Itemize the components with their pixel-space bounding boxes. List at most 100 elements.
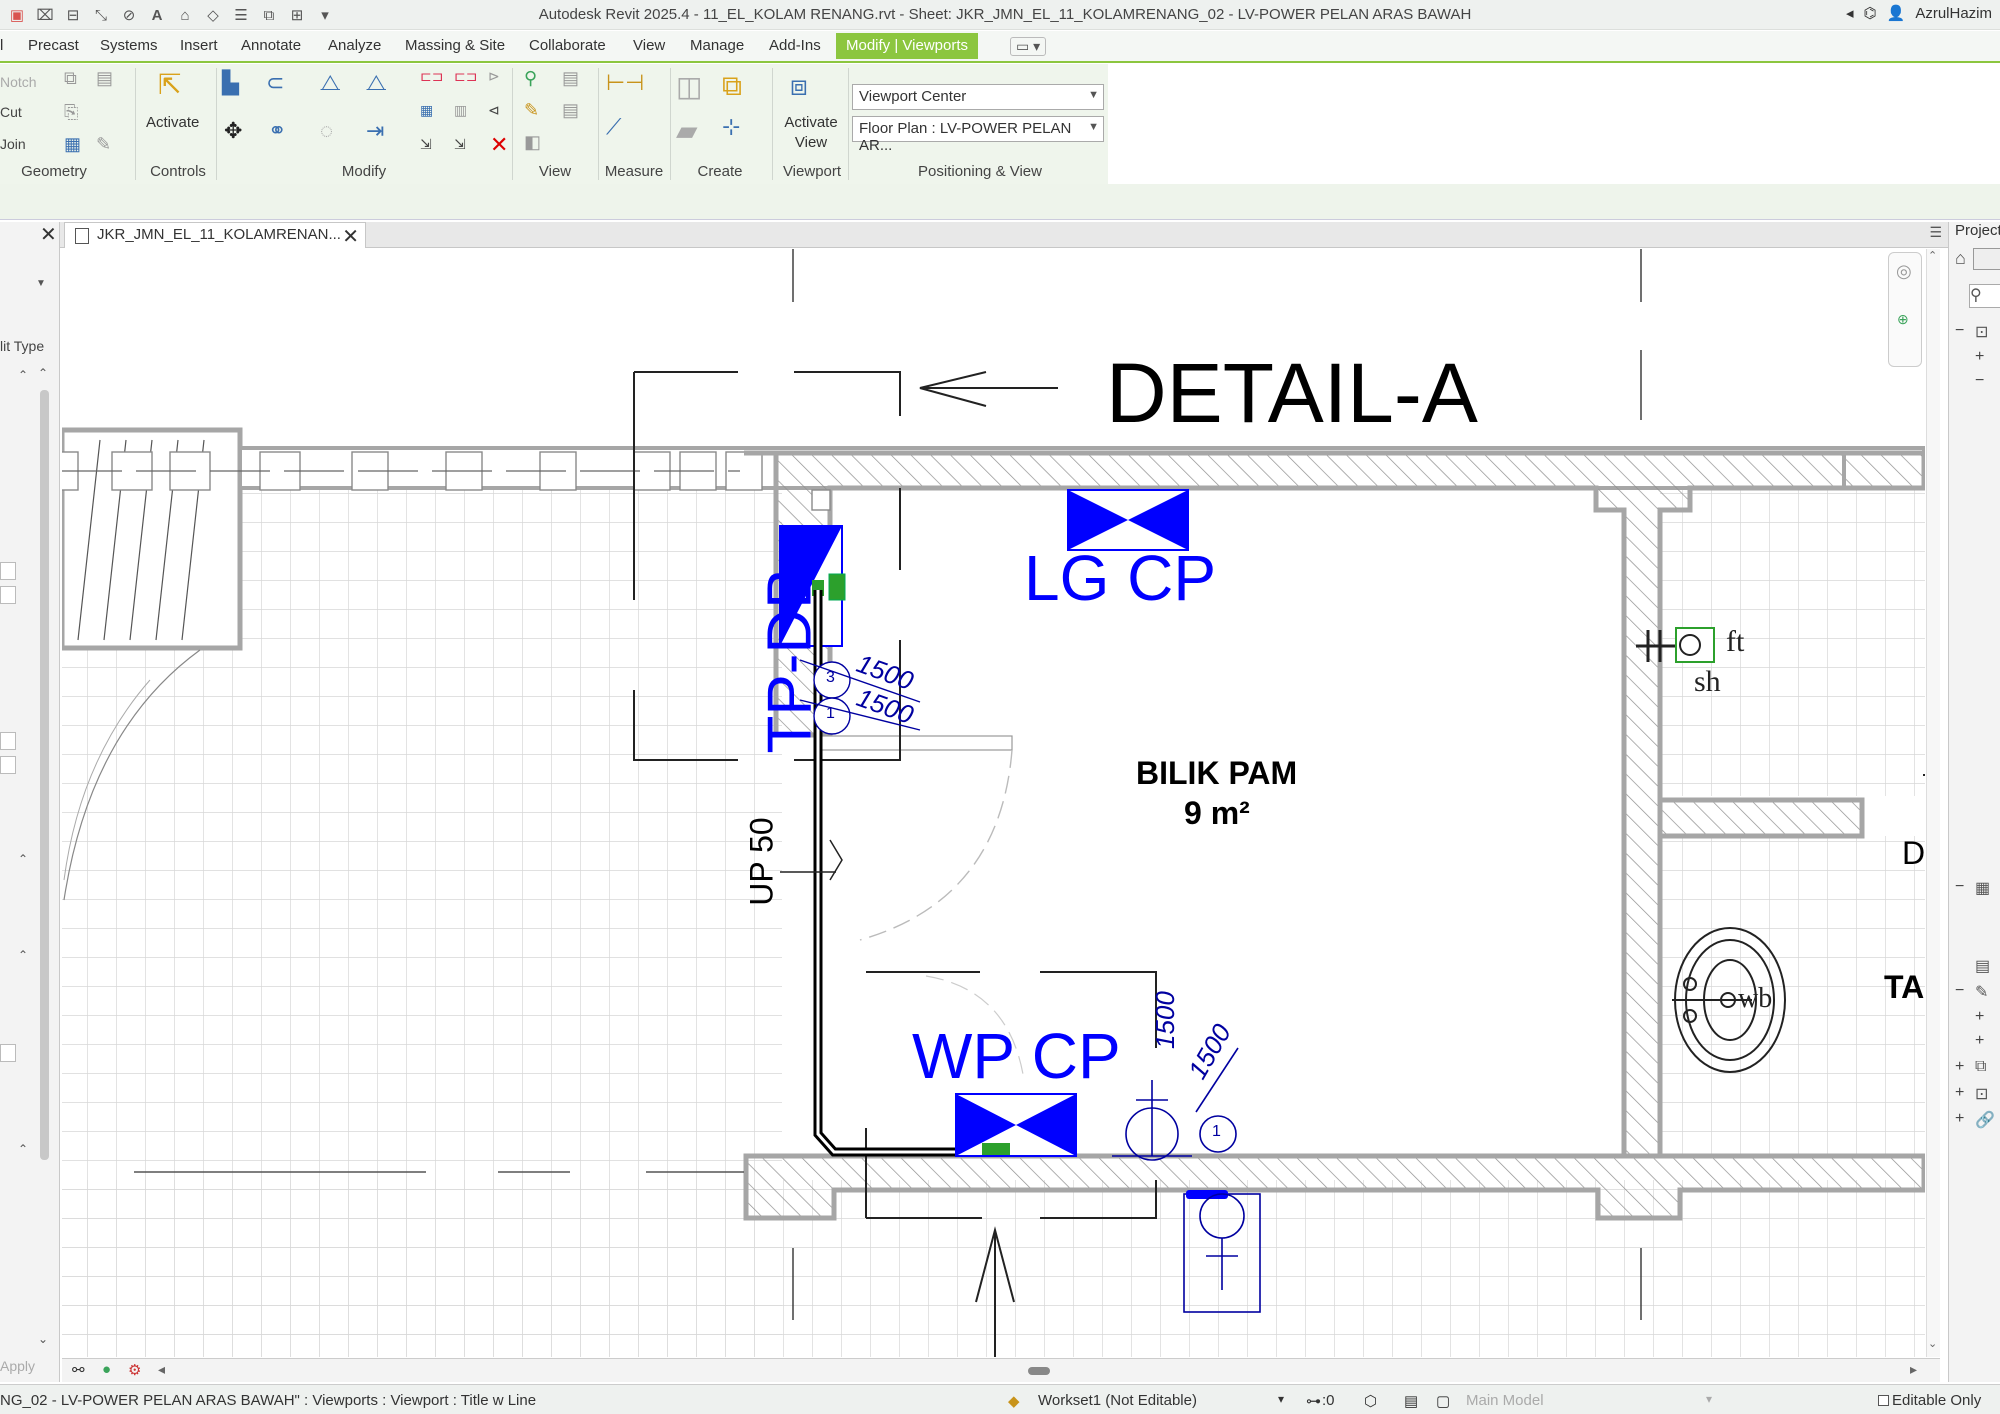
tab-systems[interactable]: Systems	[100, 37, 158, 54]
split-element-icon[interactable]: ⊏⊐	[420, 68, 443, 85]
design-options-icon[interactable]: ⊶	[1306, 1392, 1321, 1410]
notch-button[interactable]: Notch	[0, 74, 37, 90]
main-model-dropdown[interactable]: Main Model	[1466, 1392, 1544, 1409]
collapse-tree-icon[interactable]: −	[1955, 982, 1964, 1000]
search-icon[interactable]: ⚲	[1969, 284, 2000, 308]
join-button[interactable]: Join	[0, 136, 26, 152]
tab-insert[interactable]: Insert	[180, 37, 218, 54]
scroll-thumb[interactable]	[1028, 1367, 1050, 1375]
type-selector-chevron-icon[interactable]: ▼	[36, 278, 46, 289]
hide-view-icon[interactable]: ◧	[524, 132, 541, 153]
tab-manage[interactable]: Manage	[690, 37, 744, 54]
drawing-canvas[interactable]: DETAIL-A LG CP WP CP TP-DB BILIK PAM 9 m…	[62, 249, 1925, 1357]
tab-add-ins[interactable]: Add-Ins	[769, 37, 821, 54]
delete-icon[interactable]: ✕	[490, 132, 508, 158]
viewport-view-dropdown[interactable]: Floor Plan : LV-POWER PELAN AR... ▼	[852, 116, 1104, 154]
properties-scrollbar[interactable]	[40, 390, 49, 1160]
view-range-icon[interactable]: ▤	[562, 68, 579, 89]
paste-icon[interactable]: ⎘	[64, 102, 78, 123]
chevron-down-icon[interactable]: ▾	[1278, 1392, 1284, 1406]
activate-button[interactable]: Activate	[146, 114, 199, 131]
user-name[interactable]: AzrulHazim	[1915, 5, 1992, 22]
editable-only-checkbox[interactable]	[1878, 1395, 1889, 1406]
scale-icon[interactable]: ⚯	[72, 1361, 85, 1379]
cut-button[interactable]: Cut	[0, 104, 22, 120]
aligned-dimension-icon[interactable]: ⟋	[606, 114, 621, 140]
mirror-pick-axis-icon[interactable]: ⧍	[320, 70, 340, 96]
design-option-icon[interactable]: ▢	[1436, 1392, 1450, 1410]
mirror-draw-axis-icon[interactable]: ⧍	[366, 70, 386, 96]
reveal-hidden-icon[interactable]: ⚙	[128, 1361, 141, 1379]
expand-tree-icon[interactable]: +	[1955, 1058, 1964, 1076]
clipboard-icon[interactable]: ▤	[96, 68, 113, 89]
scroll-up-icon[interactable]: ⌃	[1928, 249, 1937, 262]
close-tab-icon[interactable]: ✕	[342, 224, 359, 249]
tab-massing-site[interactable]: Massing & Site	[405, 37, 505, 54]
rotate-icon[interactable]: ◌	[320, 118, 333, 144]
unpin-icon[interactable]: ⊲	[488, 102, 500, 119]
user-icon[interactable]: 👤	[1887, 4, 1906, 22]
tab-annotate[interactable]: Annotate	[241, 37, 301, 54]
groups-icon[interactable]: ⊡	[1975, 1084, 1988, 1104]
property-field[interactable]	[0, 732, 16, 750]
pin-icon[interactable]: ⊳	[488, 68, 500, 85]
collapse-group-icon[interactable]: ⌃	[18, 852, 28, 866]
vertical-scrollbar[interactable]: ⌃ ⌄	[1926, 249, 1940, 1357]
tab-file-edge[interactable]: l	[0, 37, 3, 54]
activate-view-label-2[interactable]: View	[780, 134, 842, 151]
apply-button[interactable]: Apply	[0, 1358, 35, 1374]
tab-menu-icon[interactable]: ☰	[1929, 224, 1942, 241]
override-graphics-icon[interactable]: ⚲	[524, 68, 537, 89]
chevron-down-icon[interactable]: ▾	[1706, 1392, 1712, 1406]
navigation-bar[interactable]: ◎ ⊕	[1888, 252, 1922, 367]
contextual-tab-dropdown[interactable]: ▭ ▾	[1010, 37, 1047, 56]
binoculars-icon[interactable]: ⌬	[1864, 4, 1877, 22]
property-field[interactable]	[0, 756, 16, 774]
schedules-icon[interactable]: ▤	[1975, 956, 1990, 976]
collapse-tree-icon[interactable]: −	[1955, 878, 1964, 896]
zoom-icon[interactable]: ⊕	[1897, 311, 1909, 328]
scroll-up-icon[interactable]: ⌃	[38, 366, 48, 380]
tab-view[interactable]: View	[633, 37, 665, 54]
temporary-hide-icon[interactable]: ▤	[562, 100, 579, 121]
close-icon[interactable]: ✕	[40, 222, 57, 247]
split-gap-icon[interactable]: ⊏⊐	[454, 68, 477, 85]
horizontal-scrollbar[interactable]: ⚯ ● ⚙ ◂ ▸	[62, 1358, 1940, 1382]
trim-single-icon[interactable]: ⇲	[420, 136, 432, 153]
expand-tree-icon[interactable]: +	[1955, 1110, 1964, 1128]
tab-analyze[interactable]: Analyze	[328, 37, 381, 54]
back-arrow-icon[interactable]: ◂	[1846, 4, 1854, 22]
activate-view-label-1[interactable]: Activate	[780, 114, 842, 131]
copy-icon[interactable]: ⧉	[64, 68, 77, 89]
revit-links-icon[interactable]: 🔗	[1975, 1110, 1995, 1130]
view-tab[interactable]: JKR_JMN_EL_11_KOLAMRENAN... ✕	[64, 222, 366, 248]
align-icon[interactable]: ▙	[222, 70, 239, 96]
legends-icon[interactable]: ▦	[1975, 878, 1990, 898]
editing-requests-icon[interactable]: ⬡	[1364, 1392, 1377, 1410]
collapse-group-icon[interactable]: ⌃	[18, 948, 28, 962]
worksharing-display-icon[interactable]: ▤	[1404, 1392, 1418, 1410]
tab-modify-viewports[interactable]: Modify | Viewports	[836, 33, 978, 59]
create-group-icon[interactable]: ⧉	[722, 70, 742, 103]
wall-joins-icon[interactable]: ✎	[96, 134, 111, 155]
expand-tree-icon[interactable]: +	[1955, 1084, 1964, 1102]
collapse-tree-icon[interactable]: −	[1955, 322, 1964, 340]
property-field[interactable]	[0, 586, 16, 604]
sheets-icon[interactable]: ✎	[1975, 982, 1988, 1002]
measure-distance-icon[interactable]: ⊢⊣	[606, 70, 644, 96]
collapse-group-icon[interactable]: ⌃	[18, 1142, 28, 1156]
edit-type-label[interactable]: lit Type	[0, 338, 44, 354]
tab-precast[interactable]: Precast	[28, 37, 79, 54]
workset-dropdown[interactable]: Workset1 (Not Editable)	[1038, 1392, 1197, 1409]
viewport-position-dropdown[interactable]: Viewport Center ▼	[852, 84, 1104, 110]
activate-icon[interactable]: ⇱	[158, 68, 181, 101]
array-icon[interactable]: ▦	[420, 102, 433, 119]
scroll-down-icon[interactable]: ⌄	[38, 1332, 48, 1346]
expand-tree-icon[interactable]: +	[1975, 1008, 1984, 1026]
trim-multiple-icon[interactable]: ⇲	[454, 136, 466, 153]
similar-icon[interactable]: ⊹	[722, 114, 740, 140]
scroll-right-icon[interactable]: ▸	[1910, 1361, 1917, 1378]
copy-element-icon[interactable]: ⚭	[268, 118, 286, 144]
activate-view-icon[interactable]: ⧈	[790, 70, 808, 103]
families-icon[interactable]: ⧉	[1975, 1058, 1986, 1076]
